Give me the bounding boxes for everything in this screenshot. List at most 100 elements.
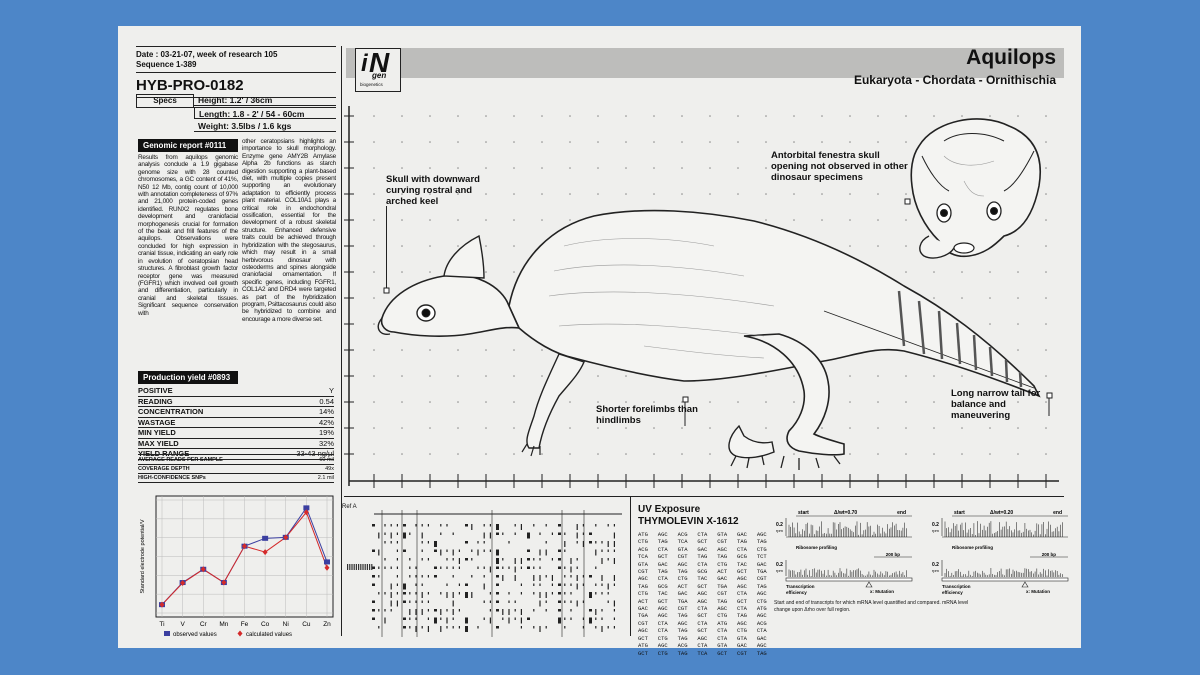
- gel-band: [539, 583, 541, 586]
- gel-band: [403, 549, 406, 552]
- grid-dot: [961, 271, 963, 273]
- grid-dot: [485, 401, 487, 403]
- gel-band: [452, 549, 454, 556]
- grid-dot: [513, 141, 515, 143]
- mutation-marker: [1021, 581, 1029, 588]
- genomic-text-col2: other ceratopsians highlights an importa…: [242, 138, 336, 323]
- grid-dot: [485, 219, 487, 221]
- grid-dot: [905, 375, 907, 377]
- gel-band: [489, 566, 491, 573]
- grid-dot: [653, 193, 655, 195]
- gel-band: [564, 617, 566, 620]
- gel-band: [496, 566, 499, 569]
- grid-dot: [625, 401, 627, 403]
- gel-band: [539, 549, 541, 556]
- profile-end: end: [1053, 510, 1062, 516]
- gel-band: [539, 592, 541, 598]
- grid-dot: [429, 141, 431, 143]
- gel-band: [415, 575, 417, 578]
- grid-dot: [457, 245, 459, 247]
- gel-band: [502, 558, 504, 561]
- gel-band: [378, 609, 380, 612]
- gel-band: [477, 566, 479, 569]
- grid-dot: [737, 167, 739, 169]
- grid-dot: [541, 453, 543, 455]
- ladder-band: [347, 564, 349, 570]
- grid-dot: [401, 219, 403, 221]
- data-point-observed: [324, 559, 330, 565]
- grid-dot: [429, 271, 431, 273]
- gel-band: [396, 524, 398, 527]
- grid-dot: [989, 453, 991, 455]
- tick-label: Zn: [323, 621, 331, 628]
- grid-dot: [961, 427, 963, 429]
- gel-band: [434, 549, 437, 552]
- gel-band: [558, 532, 561, 535]
- gel-band: [409, 626, 411, 629]
- yield-row: MIN YIELD 19%: [138, 428, 334, 439]
- codon-row: GTA GAC AGC CTA CTG TAC GAC: [638, 560, 767, 568]
- gel-band: [384, 617, 386, 624]
- profile-ratio: Δ/wt=0.20: [990, 510, 1013, 516]
- gel-band: [539, 575, 541, 581]
- gel-band: [527, 617, 530, 620]
- grid-dot: [373, 453, 375, 455]
- gel-band: [483, 549, 485, 552]
- gel-band: [403, 592, 406, 595]
- gel-band: [421, 609, 423, 615]
- grid-dot: [513, 245, 515, 247]
- grid-dot: [989, 297, 991, 299]
- gel-band: [502, 566, 504, 569]
- yield-value: Y: [328, 386, 334, 395]
- gel-band: [440, 549, 442, 556]
- gel-band: [434, 541, 437, 547]
- profile-mutation: x: Mutation: [1026, 589, 1050, 594]
- gel-band: [589, 532, 592, 535]
- grid-dot: [1045, 349, 1047, 351]
- grid-dot: [1045, 323, 1047, 325]
- gel-band: [576, 566, 578, 569]
- gel-band: [415, 592, 417, 595]
- grid-dot: [1017, 245, 1019, 247]
- codon-row: GCT CTG TAG TCA GCT CGT TAG: [638, 649, 767, 657]
- codon-row: GAC AGC CGT CTA AGC CTA ATG: [638, 605, 767, 613]
- grid-dot: [429, 427, 431, 429]
- grid-dot: [373, 349, 375, 351]
- gel-band: [465, 524, 468, 527]
- profile-eff: efficiency: [942, 590, 963, 595]
- grid-dot: [961, 453, 963, 455]
- grid-dot: [765, 115, 767, 117]
- profile-bp: 200 bp: [1042, 552, 1057, 557]
- gel-band: [421, 532, 423, 539]
- grid-dot: [1045, 427, 1047, 429]
- grid-dot: [849, 401, 851, 403]
- grid-dot: [793, 193, 795, 195]
- gel-band: [613, 558, 615, 564]
- gel-band: [520, 524, 522, 530]
- grid-dot: [1045, 271, 1047, 273]
- grid-dot: [513, 401, 515, 403]
- gel-band: [372, 600, 375, 603]
- gel-band: [440, 524, 442, 527]
- grid-dot: [933, 427, 935, 429]
- grid-dot: [1045, 141, 1047, 143]
- gel-band: [533, 626, 535, 629]
- gel-band: [446, 583, 448, 586]
- grid-dot: [961, 115, 963, 117]
- gel-band: [558, 592, 561, 595]
- y-axis-label: Standard electrode potential/V: [140, 519, 146, 593]
- gel-band: [558, 549, 561, 552]
- grid-dot: [933, 271, 935, 273]
- gel-band: [409, 566, 411, 569]
- grid-dot: [541, 375, 543, 377]
- ladder-band: [369, 564, 371, 570]
- grid-dot: [373, 297, 375, 299]
- yield-value: 0.54: [319, 396, 334, 406]
- yield-key: MIN YIELD: [138, 428, 176, 437]
- gel-band: [558, 609, 561, 612]
- gel-band: [440, 566, 442, 569]
- gel-band: [607, 592, 609, 595]
- gel-band: [607, 549, 609, 552]
- gel-band: [434, 575, 437, 578]
- gel-band: [613, 532, 615, 539]
